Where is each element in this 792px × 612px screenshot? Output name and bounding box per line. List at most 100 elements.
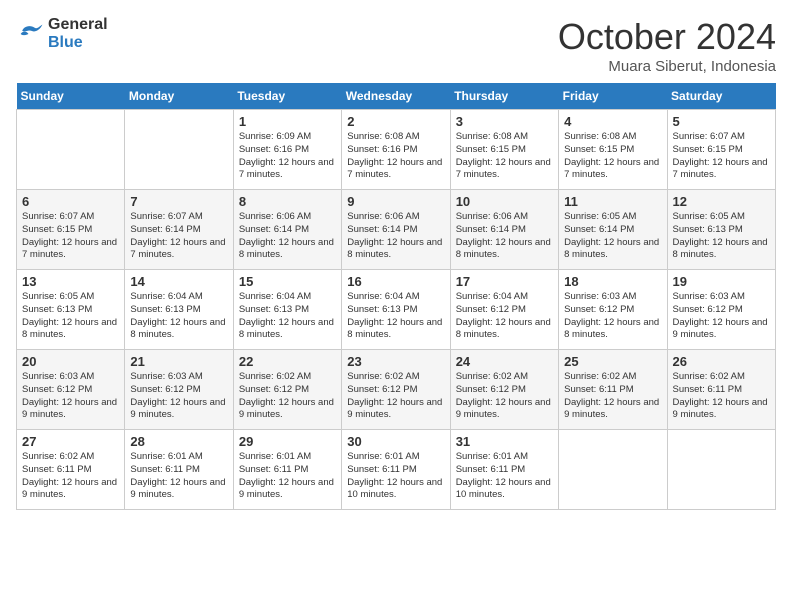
day-number: 17 xyxy=(456,274,553,289)
calendar-cell xyxy=(667,430,775,510)
calendar-cell: 2Sunrise: 6:08 AM Sunset: 6:16 PM Daylig… xyxy=(342,110,450,190)
calendar-week-row: 1 Sunrise: 6:09 AM Sunset: 6:16 PM Daylig… xyxy=(17,110,776,190)
calendar-cell: 24 Sunrise: 6:02 AM Sunset: 6:12 PM Dayli… xyxy=(450,350,558,430)
calendar-cell xyxy=(125,110,233,190)
day-info: Sunrise: 6:01 AM Sunset: 6:11 PM Dayligh… xyxy=(456,451,553,502)
day-info: Sunrise: 6:05 AM Sunset: 6:13 PM Dayligh… xyxy=(673,211,770,262)
weekday-header-wednesday: Wednesday xyxy=(342,83,450,110)
day-info: Sunrise: 6:03 AM Sunset: 6:12 PM Dayligh… xyxy=(22,371,119,422)
month-title: October 2024 xyxy=(558,16,776,58)
day-number: 27 xyxy=(22,434,119,449)
calendar-cell: 13 Sunrise: 6:05 AM Sunset: 6:13 PM Dayli… xyxy=(17,270,125,350)
calendar-cell: 7 Sunrise: 6:07 AM Sunset: 6:14 PM Daylig… xyxy=(125,190,233,270)
day-number: 8 xyxy=(239,194,336,209)
day-number: 16 xyxy=(347,274,444,289)
day-info: Sunrise: 6:04 AM Sunset: 6:13 PM Dayligh… xyxy=(347,291,444,342)
day-info: Sunrise: 6:02 AM Sunset: 6:12 PM Dayligh… xyxy=(347,371,444,422)
calendar-cell: 28Sunrise: 6:01 AM Sunset: 6:11 PM Dayli… xyxy=(125,430,233,510)
day-info: Sunrise: 6:01 AM Sunset: 6:11 PM Dayligh… xyxy=(347,451,444,502)
logo-text: General Blue xyxy=(48,16,108,52)
day-info: Sunrise: 6:06 AM Sunset: 6:14 PM Dayligh… xyxy=(456,211,553,262)
day-info: Sunrise: 6:07 AM Sunset: 6:14 PM Dayligh… xyxy=(130,211,227,262)
calendar-week-row: 27 Sunrise: 6:02 AM Sunset: 6:11 PM Dayli… xyxy=(17,430,776,510)
calendar-week-row: 13 Sunrise: 6:05 AM Sunset: 6:13 PM Dayli… xyxy=(17,270,776,350)
calendar-cell: 27 Sunrise: 6:02 AM Sunset: 6:11 PM Dayli… xyxy=(17,430,125,510)
calendar-cell: 3 Sunrise: 6:08 AM Sunset: 6:15 PM Daylig… xyxy=(450,110,558,190)
day-info: Sunrise: 6:02 AM Sunset: 6:11 PM Dayligh… xyxy=(22,451,119,502)
day-info: Sunrise: 6:04 AM Sunset: 6:13 PM Dayligh… xyxy=(130,291,227,342)
day-info: Sunrise: 6:08 AM Sunset: 6:15 PM Dayligh… xyxy=(456,131,553,182)
day-info: Sunrise: 6:07 AM Sunset: 6:15 PM Dayligh… xyxy=(673,131,770,182)
day-info: Sunrise: 6:02 AM Sunset: 6:12 PM Dayligh… xyxy=(239,371,336,422)
day-number: 25 xyxy=(564,354,661,369)
day-number: 24 xyxy=(456,354,553,369)
calendar-cell: 6 Sunrise: 6:07 AM Sunset: 6:15 PM Daylig… xyxy=(17,190,125,270)
calendar-cell: 4Sunrise: 6:08 AM Sunset: 6:15 PM Daylig… xyxy=(559,110,667,190)
calendar-cell: 31 Sunrise: 6:01 AM Sunset: 6:11 PM Dayli… xyxy=(450,430,558,510)
day-number: 3 xyxy=(456,114,553,129)
day-number: 20 xyxy=(22,354,119,369)
day-number: 31 xyxy=(456,434,553,449)
day-info: Sunrise: 6:02 AM Sunset: 6:12 PM Dayligh… xyxy=(456,371,553,422)
day-number: 14 xyxy=(130,274,227,289)
day-info: Sunrise: 6:02 AM Sunset: 6:11 PM Dayligh… xyxy=(564,371,661,422)
calendar-table: SundayMondayTuesdayWednesdayThursdayFrid… xyxy=(16,83,776,510)
day-number: 11 xyxy=(564,194,661,209)
calendar-cell: 8Sunrise: 6:06 AM Sunset: 6:14 PM Daylig… xyxy=(233,190,341,270)
day-info: Sunrise: 6:07 AM Sunset: 6:15 PM Dayligh… xyxy=(22,211,119,262)
day-info: Sunrise: 6:03 AM Sunset: 6:12 PM Dayligh… xyxy=(673,291,770,342)
logo: General Blue xyxy=(16,16,108,52)
weekday-header-row: SundayMondayTuesdayWednesdayThursdayFrid… xyxy=(17,83,776,110)
day-number: 10 xyxy=(456,194,553,209)
calendar-week-row: 20 Sunrise: 6:03 AM Sunset: 6:12 PM Dayli… xyxy=(17,350,776,430)
day-number: 5 xyxy=(673,114,770,129)
day-number: 21 xyxy=(130,354,227,369)
location-title: Muara Siberut, Indonesia xyxy=(558,58,776,75)
day-number: 9 xyxy=(347,194,444,209)
calendar-cell: 18 Sunrise: 6:03 AM Sunset: 6:12 PM Dayli… xyxy=(559,270,667,350)
day-info: Sunrise: 6:03 AM Sunset: 6:12 PM Dayligh… xyxy=(130,371,227,422)
calendar-cell xyxy=(17,110,125,190)
day-number: 29 xyxy=(239,434,336,449)
calendar-cell: 23Sunrise: 6:02 AM Sunset: 6:12 PM Dayli… xyxy=(342,350,450,430)
day-number: 6 xyxy=(22,194,119,209)
day-number: 4 xyxy=(564,114,661,129)
calendar-cell: 1 Sunrise: 6:09 AM Sunset: 6:16 PM Daylig… xyxy=(233,110,341,190)
day-info: Sunrise: 6:01 AM Sunset: 6:11 PM Dayligh… xyxy=(239,451,336,502)
day-number: 26 xyxy=(673,354,770,369)
day-number: 7 xyxy=(130,194,227,209)
calendar-cell: 29 Sunrise: 6:01 AM Sunset: 6:11 PM Dayli… xyxy=(233,430,341,510)
day-info: Sunrise: 6:04 AM Sunset: 6:13 PM Dayligh… xyxy=(239,291,336,342)
day-info: Sunrise: 6:03 AM Sunset: 6:12 PM Dayligh… xyxy=(564,291,661,342)
day-info: Sunrise: 6:09 AM Sunset: 6:16 PM Dayligh… xyxy=(239,131,336,182)
weekday-header-tuesday: Tuesday xyxy=(233,83,341,110)
day-number: 22 xyxy=(239,354,336,369)
calendar-cell: 19 Sunrise: 6:03 AM Sunset: 6:12 PM Dayli… xyxy=(667,270,775,350)
day-number: 13 xyxy=(22,274,119,289)
calendar-cell: 30 Sunrise: 6:01 AM Sunset: 6:11 PM Dayli… xyxy=(342,430,450,510)
calendar-cell: 17Sunrise: 6:04 AM Sunset: 6:12 PM Dayli… xyxy=(450,270,558,350)
day-number: 12 xyxy=(673,194,770,209)
calendar-cell: 15Sunrise: 6:04 AM Sunset: 6:13 PM Dayli… xyxy=(233,270,341,350)
weekday-header-saturday: Saturday xyxy=(667,83,775,110)
calendar-cell: 11Sunrise: 6:05 AM Sunset: 6:14 PM Dayli… xyxy=(559,190,667,270)
weekday-header-thursday: Thursday xyxy=(450,83,558,110)
calendar-cell: 9 Sunrise: 6:06 AM Sunset: 6:14 PM Daylig… xyxy=(342,190,450,270)
calendar-cell: 22 Sunrise: 6:02 AM Sunset: 6:12 PM Dayli… xyxy=(233,350,341,430)
day-info: Sunrise: 6:08 AM Sunset: 6:16 PM Dayligh… xyxy=(347,131,444,182)
day-number: 30 xyxy=(347,434,444,449)
day-info: Sunrise: 6:05 AM Sunset: 6:13 PM Dayligh… xyxy=(22,291,119,342)
day-number: 19 xyxy=(673,274,770,289)
calendar-cell: 21 Sunrise: 6:03 AM Sunset: 6:12 PM Dayli… xyxy=(125,350,233,430)
calendar-cell xyxy=(559,430,667,510)
day-number: 1 xyxy=(239,114,336,129)
calendar-cell: 10 Sunrise: 6:06 AM Sunset: 6:14 PM Dayli… xyxy=(450,190,558,270)
calendar-cell: 25 Sunrise: 6:02 AM Sunset: 6:11 PM Dayli… xyxy=(559,350,667,430)
weekday-header-monday: Monday xyxy=(125,83,233,110)
day-info: Sunrise: 6:06 AM Sunset: 6:14 PM Dayligh… xyxy=(347,211,444,262)
calendar-cell: 20 Sunrise: 6:03 AM Sunset: 6:12 PM Dayli… xyxy=(17,350,125,430)
page-header: General Blue October 2024 Muara Siberut,… xyxy=(16,16,776,75)
calendar-cell: 5 Sunrise: 6:07 AM Sunset: 6:15 PM Daylig… xyxy=(667,110,775,190)
logo-icon xyxy=(16,20,44,48)
day-number: 18 xyxy=(564,274,661,289)
